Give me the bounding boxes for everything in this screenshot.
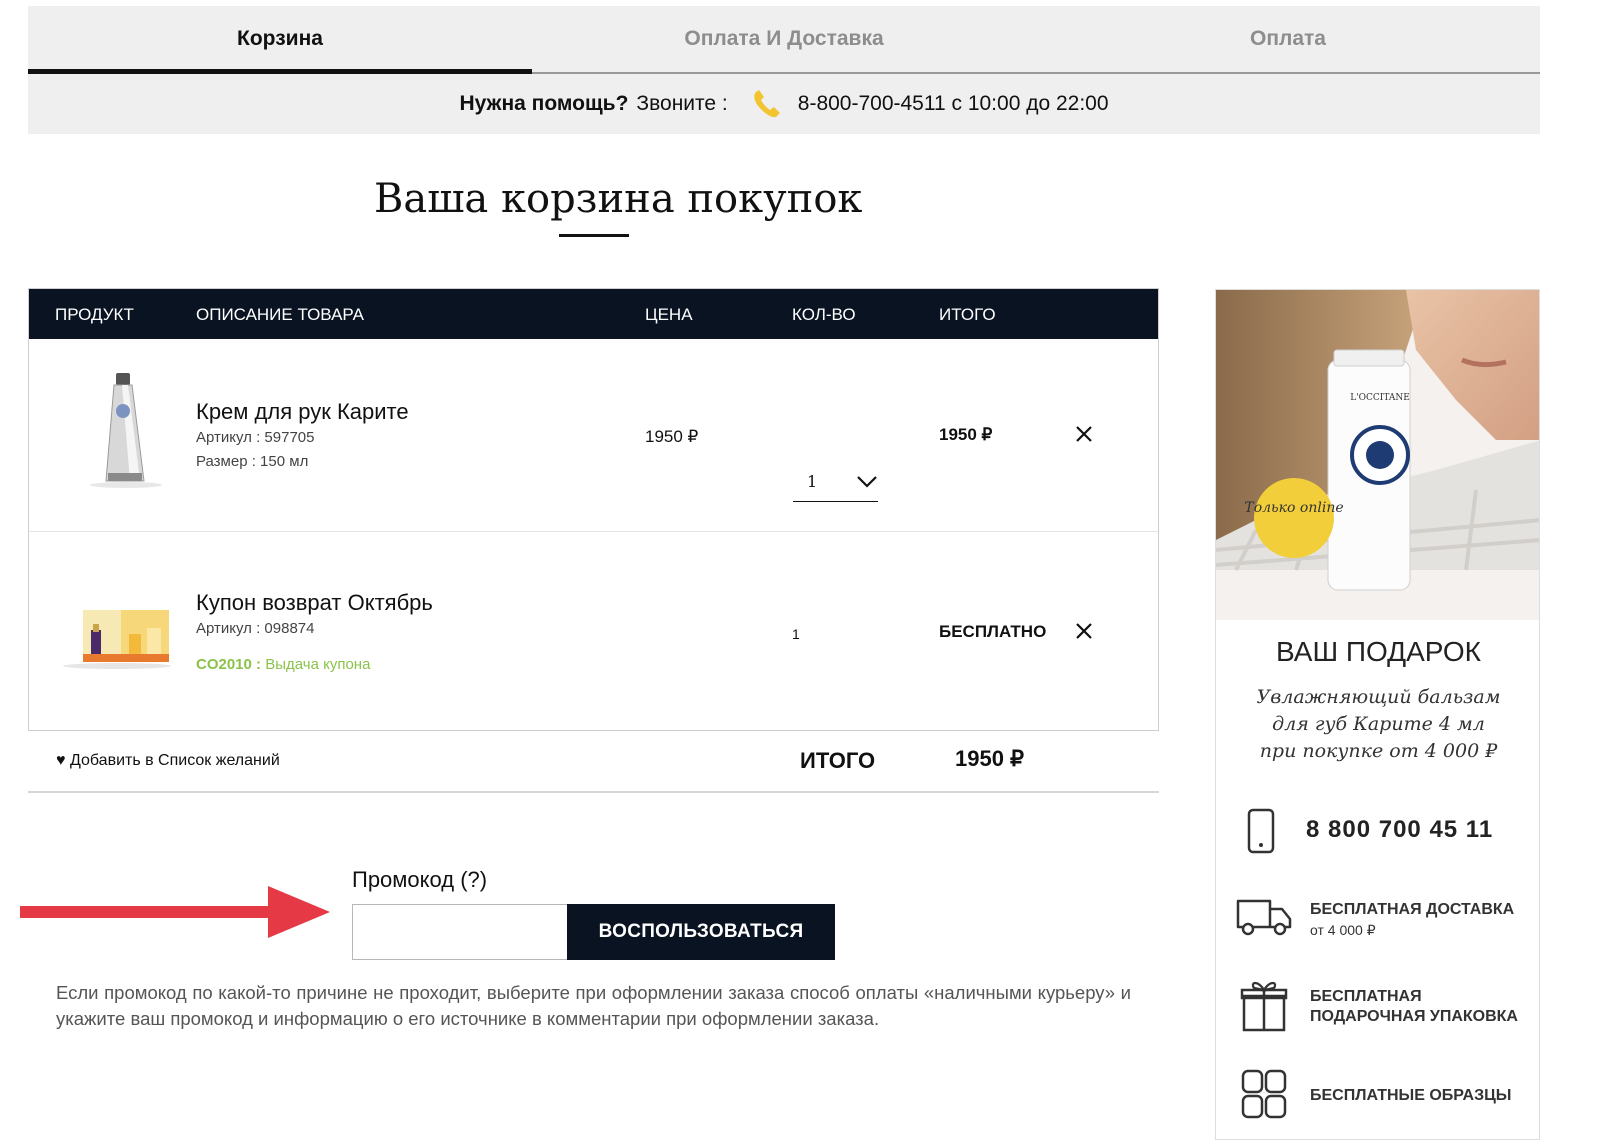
- help-phone[interactable]: 8-800-700-4511 с 10:00 до 22:00: [798, 92, 1109, 116]
- remove-item-icon[interactable]: [1073, 423, 1095, 445]
- row-total: БЕСПЛАТНО: [939, 622, 1047, 641]
- cart-row: Крем для рук Карите Артикул : 597705 Раз…: [29, 339, 1158, 532]
- help-call-label: Звоните :: [636, 92, 728, 115]
- gift-desc-line: для губ Карите 4 мл: [1272, 713, 1485, 735]
- quantity-select[interactable]: 1: [793, 462, 878, 502]
- gift-description: Увлажняющий бальзам для губ Карите 4 мл …: [1216, 684, 1539, 765]
- mobile-phone-icon: [1247, 808, 1275, 854]
- step-payment-delivery[interactable]: Оплата И Доставка: [532, 6, 1036, 72]
- sidebar-phone[interactable]: 8 800 700 45 11: [1306, 816, 1493, 844]
- gift-box-icon: [1240, 981, 1288, 1032]
- page-title: Ваша корзина покупок: [374, 176, 863, 222]
- title-underline: [559, 234, 629, 237]
- col-description: ОПИСАНИЕ ТОВАРА: [196, 305, 364, 324]
- col-qty: КОЛ-ВО: [792, 305, 856, 324]
- coupon-code: CO2010 :: [196, 656, 262, 673]
- cart-header: ПРОДУКТ ОПИСАНИЕ ТОВАРА ЦЕНА КОЛ-ВО ИТОГ…: [29, 289, 1158, 339]
- free-delivery-feature: БЕСПЛАТНАЯ ДОСТАВКА от 4 000 ₽: [1310, 900, 1514, 940]
- col-price: ЦЕНА: [645, 305, 693, 324]
- promo-code-input[interactable]: [352, 904, 568, 960]
- product-name[interactable]: Крем для рук Карите: [196, 399, 409, 425]
- feature-sub: от 4 000 ₽: [1310, 922, 1376, 938]
- apply-promo-button[interactable]: ВОСПОЛЬЗОВАТЬСЯ: [567, 904, 835, 960]
- col-product: ПРОДУКТ: [55, 305, 134, 324]
- hand-cream-image[interactable]: [84, 373, 164, 491]
- gift-desc-line: при покупке от 4 000 ₽: [1259, 740, 1498, 762]
- total-value: 1950 ₽: [955, 746, 1025, 771]
- free-samples-feature: БЕСПЛАТНЫЕ ОБРАЗЦЫ: [1310, 1087, 1512, 1104]
- delivery-truck-icon: [1236, 899, 1292, 936]
- samples-grid-icon: [1241, 1069, 1287, 1119]
- gift-banner[interactable]: L'OCCITANE Только online ВАШ ПОДАРОК Увл…: [1215, 289, 1540, 1140]
- promo-hint: Если промокод по какой-то причине не про…: [56, 982, 1131, 1029]
- quantity-value: 1: [792, 626, 800, 642]
- product-article: Артикул : 098874: [196, 620, 315, 637]
- cart-summary: ♥ Добавить в Список желаний ИТОГО 1950 ₽: [28, 731, 1159, 793]
- wishlist-label: Добавить в Список желаний: [69, 752, 280, 769]
- cart-table: ПРОДУКТ ОПИСАНИЕ ТОВАРА ЦЕНА КОЛ-ВО ИТОГ…: [28, 288, 1159, 731]
- step-cart[interactable]: Корзина: [28, 6, 532, 74]
- add-to-wishlist-link[interactable]: ♥ Добавить в Список желаний: [56, 752, 280, 770]
- gift-title: ВАШ ПОДАРОК: [1276, 636, 1481, 667]
- phone-icon: [754, 90, 780, 118]
- gift-desc-line: Увлажняющий бальзам: [1256, 686, 1501, 708]
- promo-label[interactable]: Промокод (?): [352, 867, 487, 893]
- online-badge: Только online: [1244, 500, 1343, 516]
- product-size: Размер : 150 мл: [196, 453, 309, 470]
- cart-row: Купон возврат Октябрь Артикул : 098874 C…: [29, 532, 1158, 730]
- remove-item-icon[interactable]: [1073, 620, 1095, 642]
- checkout-steps: Корзина Оплата И Доставка Оплата: [28, 6, 1540, 74]
- quantity-value: 1: [807, 472, 818, 491]
- tube-brand: L'OCCITANE: [1350, 393, 1410, 403]
- coupon-note-text: Выдача купона: [265, 656, 371, 673]
- product-article: Артикул : 597705: [196, 429, 315, 446]
- lip-balm-photo: L'OCCITANE Только online: [1216, 290, 1539, 620]
- free-gift-wrap-feature: БЕСПЛАТНАЯ ПОДАРОЧНАЯ УПАКОВКА: [1310, 987, 1518, 1027]
- chevron-down-icon: [857, 475, 877, 488]
- col-total: ИТОГО: [939, 305, 996, 324]
- heart-icon: ♥: [56, 752, 66, 769]
- step-payment[interactable]: Оплата: [1036, 6, 1540, 72]
- feature-title: БЕСПЛАТНАЯ ДОСТАВКА: [1310, 901, 1515, 918]
- row-total: 1950 ₽: [939, 425, 993, 444]
- red-arrow-icon: [20, 886, 330, 938]
- help-bar: Нужна помощь? Звоните : 8-800-700-4511 с…: [28, 74, 1540, 134]
- feature-title: БЕСПЛАТНАЯ: [1310, 988, 1422, 1005]
- feature-title-2: ПОДАРОЧНАЯ УПАКОВКА: [1310, 1008, 1518, 1025]
- product-name[interactable]: Купон возврат Октябрь: [196, 590, 433, 616]
- product-price: 1950 ₽: [645, 427, 699, 446]
- help-question: Нужна помощь?: [459, 92, 629, 115]
- coupon-image[interactable]: [61, 604, 173, 670]
- coupon-note: CO2010 : Выдача купона: [196, 656, 370, 673]
- total-label: ИТОГО: [800, 748, 876, 773]
